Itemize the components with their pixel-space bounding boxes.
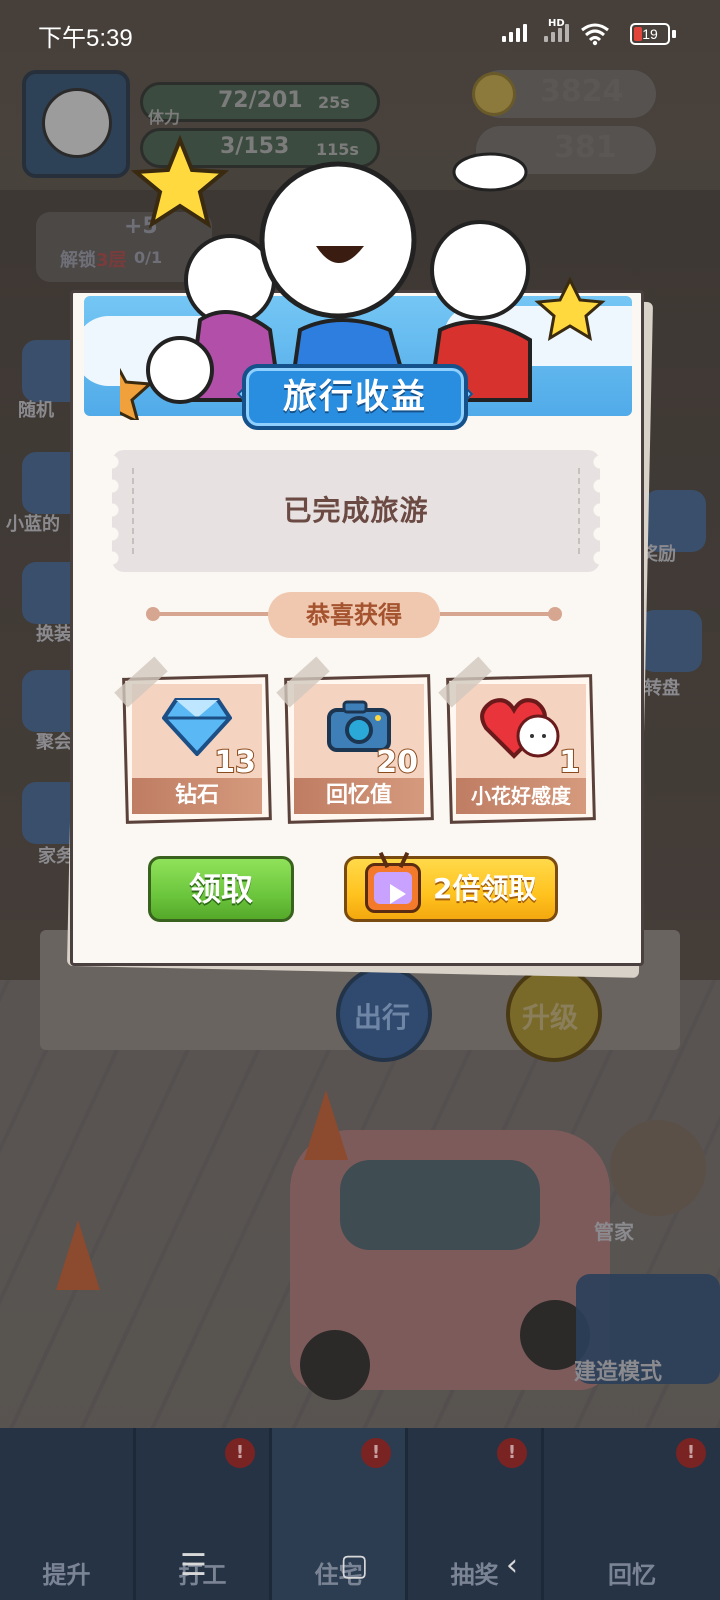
upgrade-label: 升级: [522, 1001, 579, 1034]
reward-card-memory: 20 回忆值: [276, 656, 434, 824]
double-claim-button[interactable]: 2倍领取: [344, 851, 558, 922]
reward-name: 钻石: [174, 783, 219, 808]
random-label: 随机: [18, 400, 54, 421]
nav-work-badge: !: [225, 1438, 255, 1468]
change-outfit-label: 换装: [36, 624, 72, 645]
battery-level: 19: [642, 26, 658, 42]
reward-count: 20: [375, 744, 419, 781]
nav-house-badge: !: [361, 1438, 391, 1468]
congrats-header: 恭喜获得: [268, 592, 440, 638]
divider-line: [440, 612, 554, 616]
reward-name: 回忆值: [325, 783, 392, 808]
player-avatar[interactable]: [22, 70, 130, 178]
gathering-label: 聚会: [36, 732, 72, 753]
home-icon[interactable]: ▢: [340, 1548, 368, 1583]
stamina-timer: 25s: [318, 93, 350, 112]
stamina-label: 体力: [148, 108, 181, 127]
stamina-value: 72/201: [218, 88, 303, 113]
wheel-button[interactable]: [640, 610, 702, 672]
traffic-cone-icon: [304, 1090, 348, 1160]
menu-icon[interactable]: ☰: [180, 1548, 207, 1583]
build-mode-label: 建造模式: [574, 1360, 663, 1385]
modal-title-plate: 旅行收益: [242, 364, 468, 430]
coin-icon: [472, 72, 516, 116]
avatar-face-icon: [42, 88, 112, 158]
signal-icon: [502, 24, 527, 42]
system-navigation: ☰ ▢ ‹: [0, 1540, 720, 1600]
star-icon: [130, 134, 230, 229]
reward-card-diamond: 13 钻石: [114, 656, 272, 824]
claim-button[interactable]: 领取: [148, 856, 294, 922]
star-icon: [120, 367, 154, 420]
reward-name: 小花好感度: [471, 784, 571, 808]
reward-card-affinity: 1 小花好感度: [438, 656, 596, 824]
travel-status-card: 已完成旅游: [112, 450, 600, 572]
divider-dot: [548, 607, 562, 621]
nav-memory-badge: !: [676, 1438, 706, 1468]
tv-video-icon: [365, 851, 421, 913]
nav-lottery-badge: !: [497, 1438, 527, 1468]
car-wheel: [300, 1330, 370, 1400]
status-time: 下午5:39: [38, 25, 133, 52]
car-window: [340, 1160, 540, 1250]
heart-cat-icon: [480, 698, 560, 759]
coin-amount: 3824: [540, 74, 624, 109]
back-icon[interactable]: ‹: [506, 1548, 518, 1583]
travel-status-text: 已完成旅游: [283, 494, 429, 527]
traffic-cone-icon: [56, 1220, 100, 1290]
status-bar: 下午5:39 HD 19: [0, 0, 720, 68]
signal-icon-2: [544, 24, 569, 42]
divider-line: [150, 612, 270, 616]
reward-count: 1: [558, 744, 581, 781]
xiaolan-label: 小蓝的: [6, 514, 60, 535]
unlock-prefix: 解锁: [60, 250, 96, 271]
star-icon: [534, 276, 606, 341]
battery-tip: [672, 30, 676, 38]
battery-icon: 19: [630, 23, 670, 45]
butler-button[interactable]: [610, 1120, 706, 1216]
reward-count: 13: [213, 744, 257, 781]
travel-label: 出行: [354, 1001, 411, 1034]
butler-label: 管家: [594, 1220, 634, 1244]
wifi-icon: [581, 23, 609, 46]
divider-dot: [146, 607, 160, 621]
modal-title: 旅行收益: [283, 377, 427, 417]
double-claim-label: 2倍领取: [433, 872, 537, 905]
